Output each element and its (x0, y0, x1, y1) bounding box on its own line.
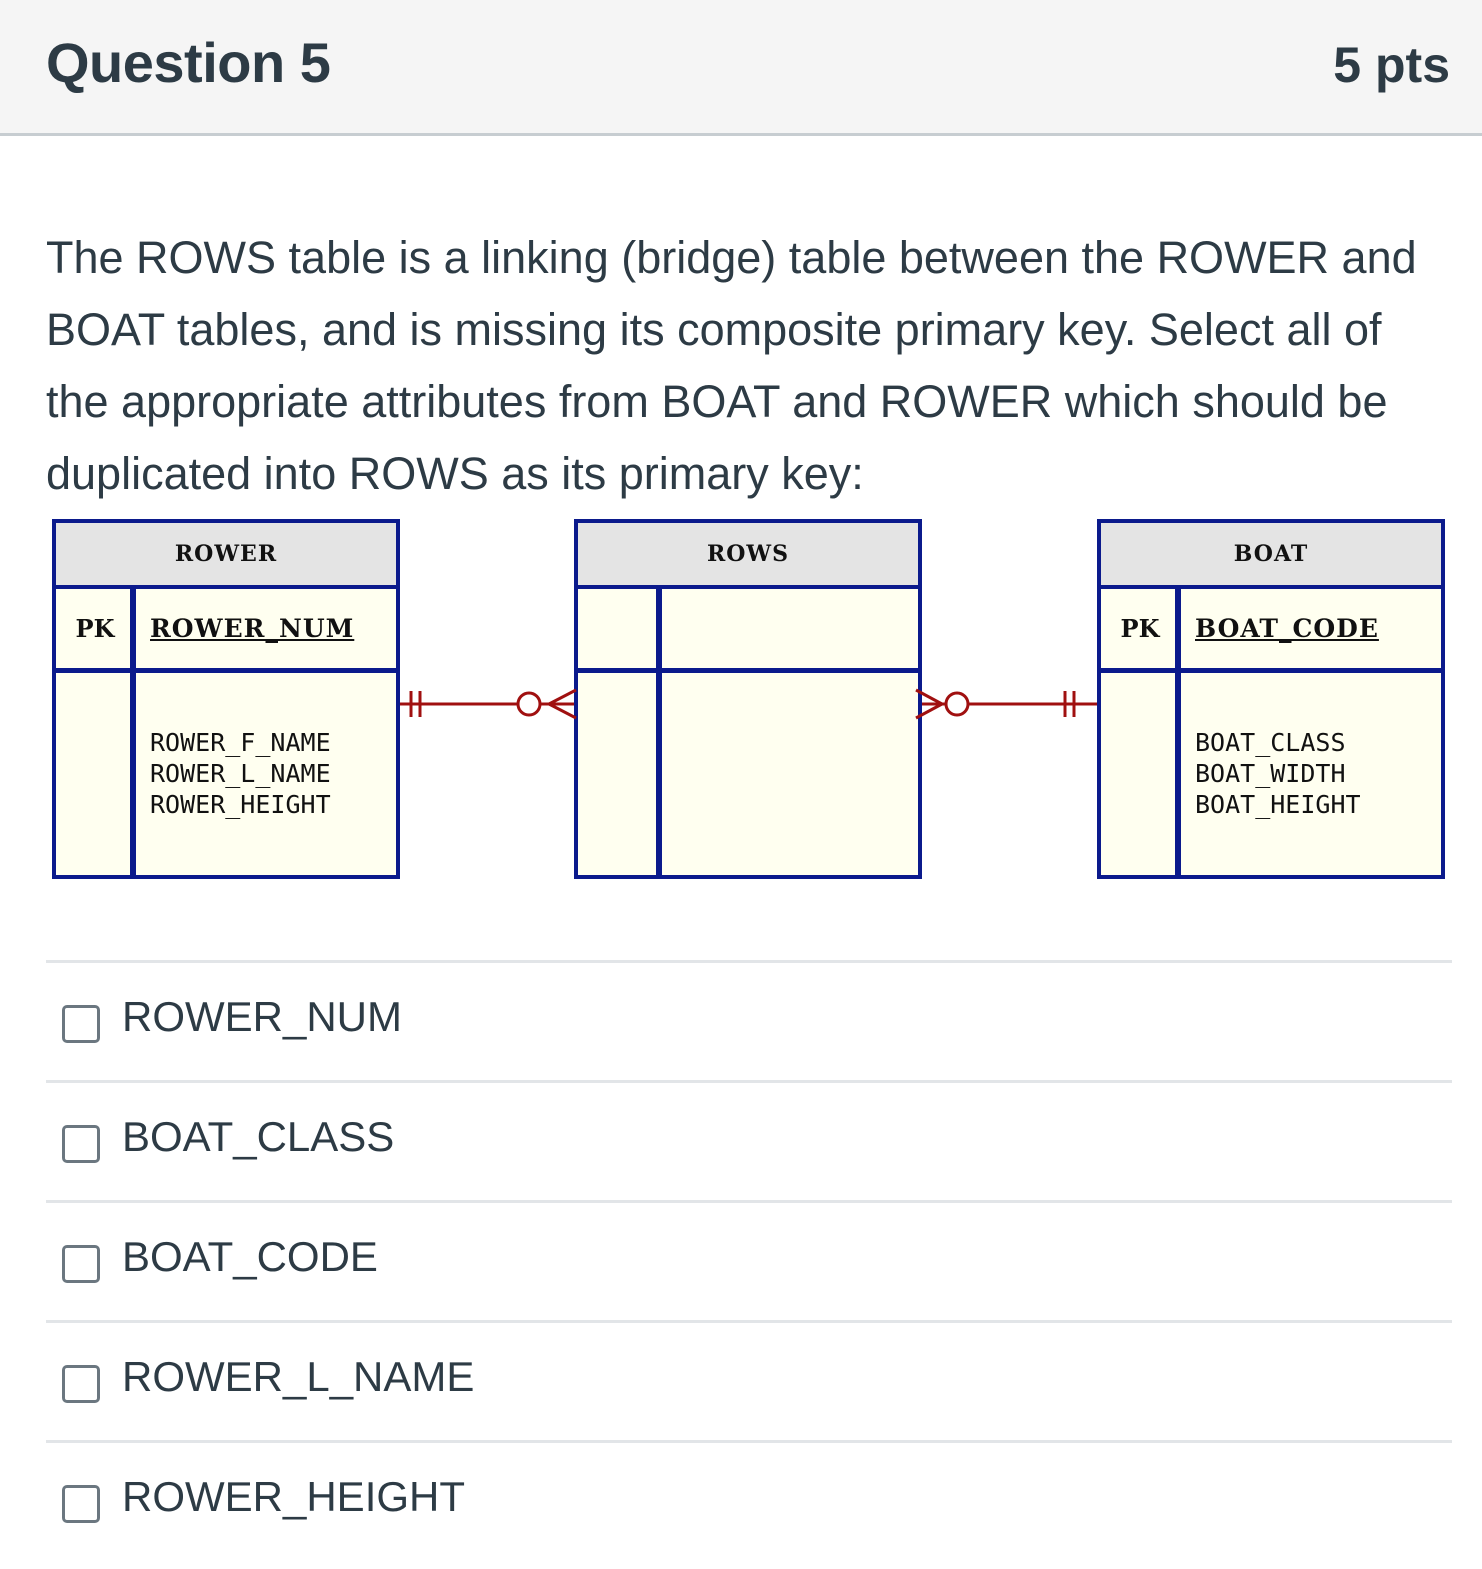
question-title: Question 5 (46, 31, 331, 94)
zero-optional-icon (516, 691, 542, 717)
answer-label[interactable]: BOAT_CLASS (122, 1113, 394, 1161)
crows-foot-icon (548, 702, 577, 720)
answer-label[interactable]: ROWER_NUM (122, 993, 402, 1041)
relationship-lines (400, 688, 1097, 720)
er-diagram: ROWER PK ROWER_NUM ROWER_F_NAME ROWER_L_… (0, 515, 1482, 885)
answer-option[interactable]: ROWER_L_NAME (46, 1320, 1452, 1440)
crows-foot-icon (915, 688, 943, 706)
answer-option[interactable]: ROWER_HEIGHT (46, 1440, 1452, 1560)
question-header: Question 5 5 pts (0, 0, 1482, 136)
answer-label[interactable]: ROWER_HEIGHT (122, 1473, 465, 1521)
answer-label[interactable]: ROWER_L_NAME (122, 1353, 474, 1401)
checkbox[interactable] (62, 1245, 100, 1283)
answer-option[interactable]: BOAT_CODE (46, 1200, 1452, 1320)
zero-optional-icon (944, 691, 970, 717)
question-points: 5 pts (1333, 37, 1450, 93)
checkbox[interactable] (62, 1485, 100, 1523)
answer-label[interactable]: BOAT_CODE (122, 1233, 378, 1281)
crows-foot-icon (548, 688, 577, 706)
crows-foot-icon (915, 702, 943, 720)
answer-list: ROWER_NUM BOAT_CLASS BOAT_CODE ROWER_L_N… (46, 960, 1452, 1560)
relationship-rower-rows (400, 688, 577, 720)
checkbox[interactable] (62, 1005, 100, 1043)
question-text: The ROWS table is a linking (bridge) tab… (46, 232, 1417, 499)
checkbox[interactable] (62, 1365, 100, 1403)
relationship-boat-rows (915, 688, 1097, 720)
answer-option[interactable]: BOAT_CLASS (46, 1080, 1452, 1200)
answer-option[interactable]: ROWER_NUM (46, 960, 1452, 1080)
checkbox[interactable] (62, 1125, 100, 1163)
